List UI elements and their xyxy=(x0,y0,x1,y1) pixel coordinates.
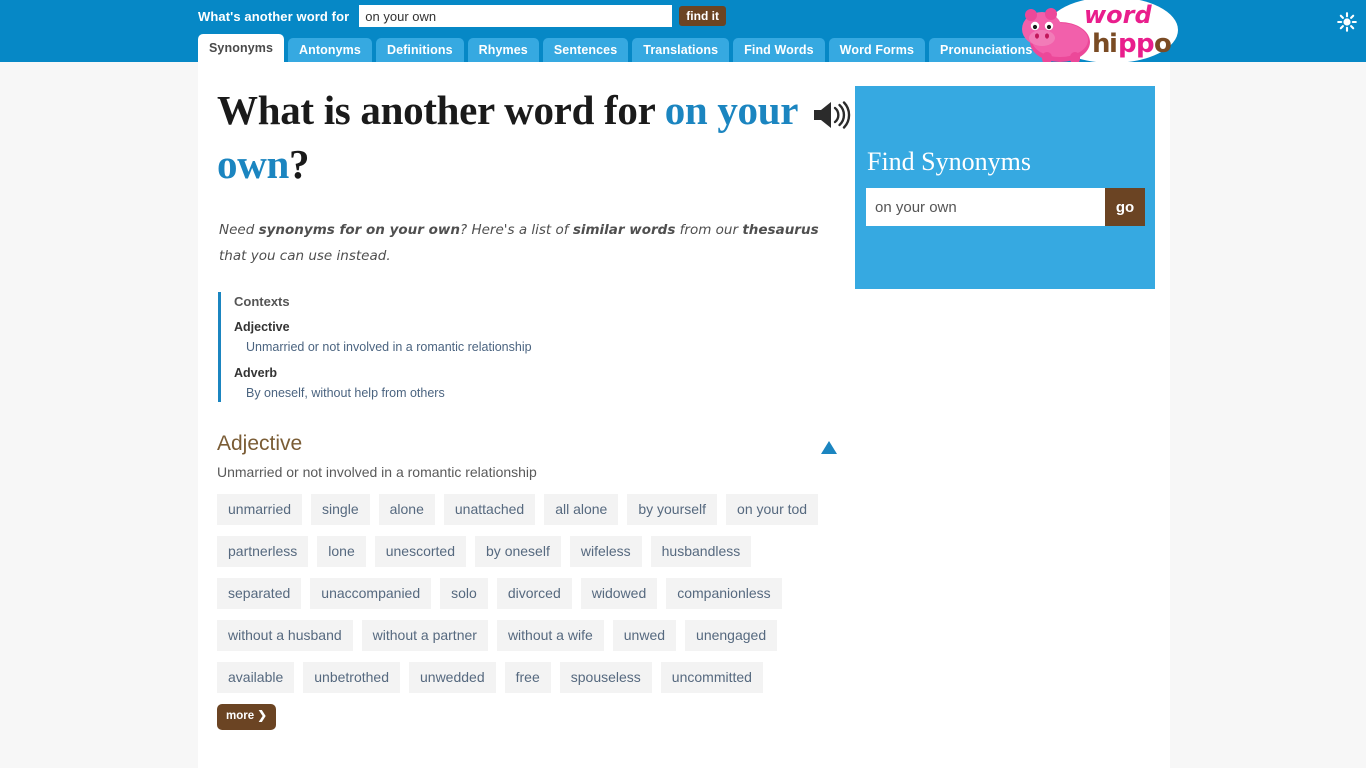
synonym-chip[interactable]: on your tod xyxy=(726,494,819,525)
lede-paragraph: Need synonyms for on your own? Here's a … xyxy=(219,217,827,269)
synonym-chip[interactable]: without a partner xyxy=(361,620,488,651)
lede-emphasis: similar words xyxy=(572,222,676,238)
tab-find-words[interactable]: Find Words xyxy=(733,38,825,62)
context-group-adverb: Adverb By oneself, without help from oth… xyxy=(234,366,818,400)
synonym-chip[interactable]: without a husband xyxy=(217,620,353,651)
tab-antonyms[interactable]: Antonyms xyxy=(288,38,372,62)
search-label: What's another word for xyxy=(198,8,350,24)
synonym-chip[interactable]: uncommitted xyxy=(660,662,763,693)
synonym-chip[interactable]: unbetrothed xyxy=(303,662,400,693)
synonym-chip[interactable]: free xyxy=(504,662,551,693)
synonym-chip[interactable]: unengaged xyxy=(685,620,778,651)
wordhippo-logo[interactable]: word h i p p o xyxy=(1008,0,1180,68)
context-group-adjective: Adjective Unmarried or not involved in a… xyxy=(234,320,818,354)
page-title: What is another word for on your own? xyxy=(217,83,837,191)
synonym-chip-list: unmarried single alone unattached all alone b… xyxy=(217,494,839,741)
synonym-chip[interactable]: unmarried xyxy=(217,494,303,525)
synonym-section: Adjective Unmarried or not involved in a… xyxy=(217,432,837,741)
tab-word-forms[interactable]: Word Forms xyxy=(828,38,926,62)
synonym-chip[interactable]: husbandless xyxy=(650,536,752,567)
lede-emphasis: thesaurus xyxy=(742,222,819,238)
section-subheading: Unmarried or not involved in a romantic … xyxy=(217,464,537,480)
synonym-chip[interactable]: unescorted xyxy=(374,536,467,567)
title-prefix: What is another word for xyxy=(217,87,665,133)
synonym-chip[interactable]: by oneself xyxy=(475,536,561,567)
sidebar-search-form: go xyxy=(866,188,1145,226)
top-header-bar: What's another word for find it Synonyms… xyxy=(0,0,1366,64)
header-search-row: What's another word for find it xyxy=(198,4,726,28)
synonym-chip[interactable]: unwedded xyxy=(409,662,496,693)
synonym-chip[interactable]: by yourself xyxy=(627,494,718,525)
main-content: What is another word for on your own? Ne… xyxy=(217,83,851,741)
synonym-chip[interactable]: without a wife xyxy=(496,620,604,651)
lede-text: from our xyxy=(675,222,743,238)
synonym-chip[interactable]: unattached xyxy=(443,494,536,525)
sidebar-search-input[interactable] xyxy=(866,188,1105,226)
lede-emphasis: synonyms for on your own xyxy=(258,222,461,238)
svg-text:p: p xyxy=(1136,29,1155,59)
lede-text: ? Here's a list of xyxy=(460,222,573,238)
lede-text: that you can use instead. xyxy=(219,248,391,264)
synonym-chip[interactable]: spouseless xyxy=(559,662,652,693)
contexts-box: Contexts Adjective Unmarried or not invo… xyxy=(218,292,818,402)
page-container: What is another word for on your own? Ne… xyxy=(198,62,1170,768)
title-suffix: ? xyxy=(289,141,310,187)
go-button[interactable]: go xyxy=(1105,188,1145,226)
svg-text:o: o xyxy=(1154,29,1172,59)
synonym-chip[interactable]: unwed xyxy=(612,620,677,651)
contexts-heading: Contexts xyxy=(234,294,290,309)
context-definition-link[interactable]: By oneself, without help from others xyxy=(246,386,818,400)
section-heading: Adjective xyxy=(217,432,303,455)
svg-text:p: p xyxy=(1118,29,1137,59)
synonym-chip[interactable]: separated xyxy=(217,578,302,609)
svg-text:word: word xyxy=(1084,1,1152,29)
search-input[interactable] xyxy=(359,5,673,27)
svg-text:i: i xyxy=(1109,29,1118,59)
context-pos-label: Adjective xyxy=(234,320,290,334)
synonym-chip[interactable]: single xyxy=(311,494,370,525)
find-it-button[interactable]: find it xyxy=(679,6,726,26)
find-synonyms-panel: Find Synonyms go xyxy=(855,86,1155,289)
speaker-icon[interactable] xyxy=(811,99,851,131)
nav-tabs: Synonyms Antonyms Definitions Rhymes Sen… xyxy=(198,34,1047,62)
synonym-chip[interactable]: divorced xyxy=(496,578,572,609)
synonym-chip[interactable]: widowed xyxy=(580,578,658,609)
synonym-chip[interactable]: lone xyxy=(317,536,366,567)
synonym-chip[interactable]: available xyxy=(217,662,295,693)
tab-definitions[interactable]: Definitions xyxy=(375,38,464,62)
synonym-chip[interactable]: alone xyxy=(378,494,435,525)
more-synonyms-button[interactable]: more ❯ xyxy=(217,704,276,730)
synonym-chip[interactable]: unaccompanied xyxy=(310,578,432,609)
sidebar-title: Find Synonyms xyxy=(867,147,1031,176)
tab-translations[interactable]: Translations xyxy=(632,38,730,62)
tab-rhymes[interactable]: Rhymes xyxy=(467,38,539,62)
triangle-up-icon[interactable] xyxy=(821,441,837,454)
synonym-chip[interactable]: solo xyxy=(440,578,488,609)
tab-synonyms[interactable]: Synonyms xyxy=(198,34,285,62)
synonym-chip[interactable]: companionless xyxy=(666,578,782,609)
sun-star-icon[interactable] xyxy=(1335,10,1359,34)
context-pos-label: Adverb xyxy=(234,366,278,380)
synonym-chip[interactable]: wifeless xyxy=(569,536,642,567)
context-definition-link[interactable]: Unmarried or not involved in a romantic … xyxy=(246,340,818,354)
synonym-chip[interactable]: all alone xyxy=(544,494,619,525)
tab-sentences[interactable]: Sentences xyxy=(542,38,629,62)
lede-text: Need xyxy=(219,222,259,238)
svg-text:h: h xyxy=(1092,29,1111,59)
synonym-chip[interactable]: partnerless xyxy=(217,536,309,567)
